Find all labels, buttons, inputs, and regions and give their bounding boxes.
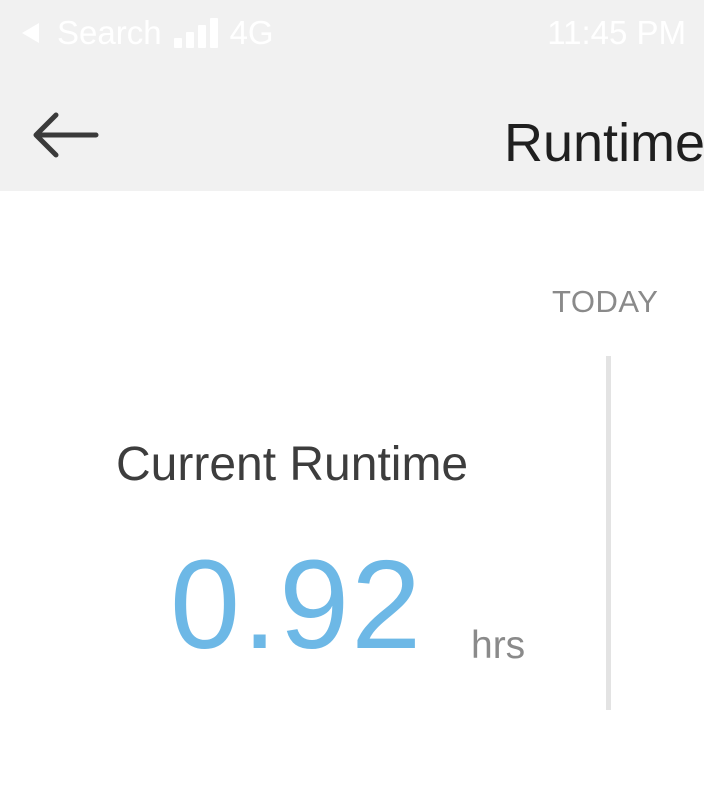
status-time: 11:45 PM bbox=[547, 14, 686, 51]
current-runtime-unit: hrs bbox=[471, 624, 526, 667]
current-runtime-label: Current Runtime bbox=[116, 438, 469, 491]
back-triangle-icon bbox=[22, 23, 39, 43]
navigation-bar: Runtime bbox=[0, 64, 704, 191]
status-back-label: Search bbox=[57, 14, 162, 51]
period-label[interactable]: TODAY bbox=[552, 284, 658, 320]
status-back-to-search[interactable]: Search 4G bbox=[22, 14, 274, 52]
page-title: Runtime bbox=[504, 113, 704, 173]
status-bar: Search 4G 11:45 PM bbox=[0, 0, 704, 64]
current-runtime-value: 0.92 bbox=[170, 534, 424, 675]
divider bbox=[606, 356, 611, 710]
signal-strength-icon bbox=[173, 18, 218, 48]
network-type: 4G bbox=[229, 14, 274, 51]
arrow-left-icon[interactable] bbox=[30, 110, 100, 160]
